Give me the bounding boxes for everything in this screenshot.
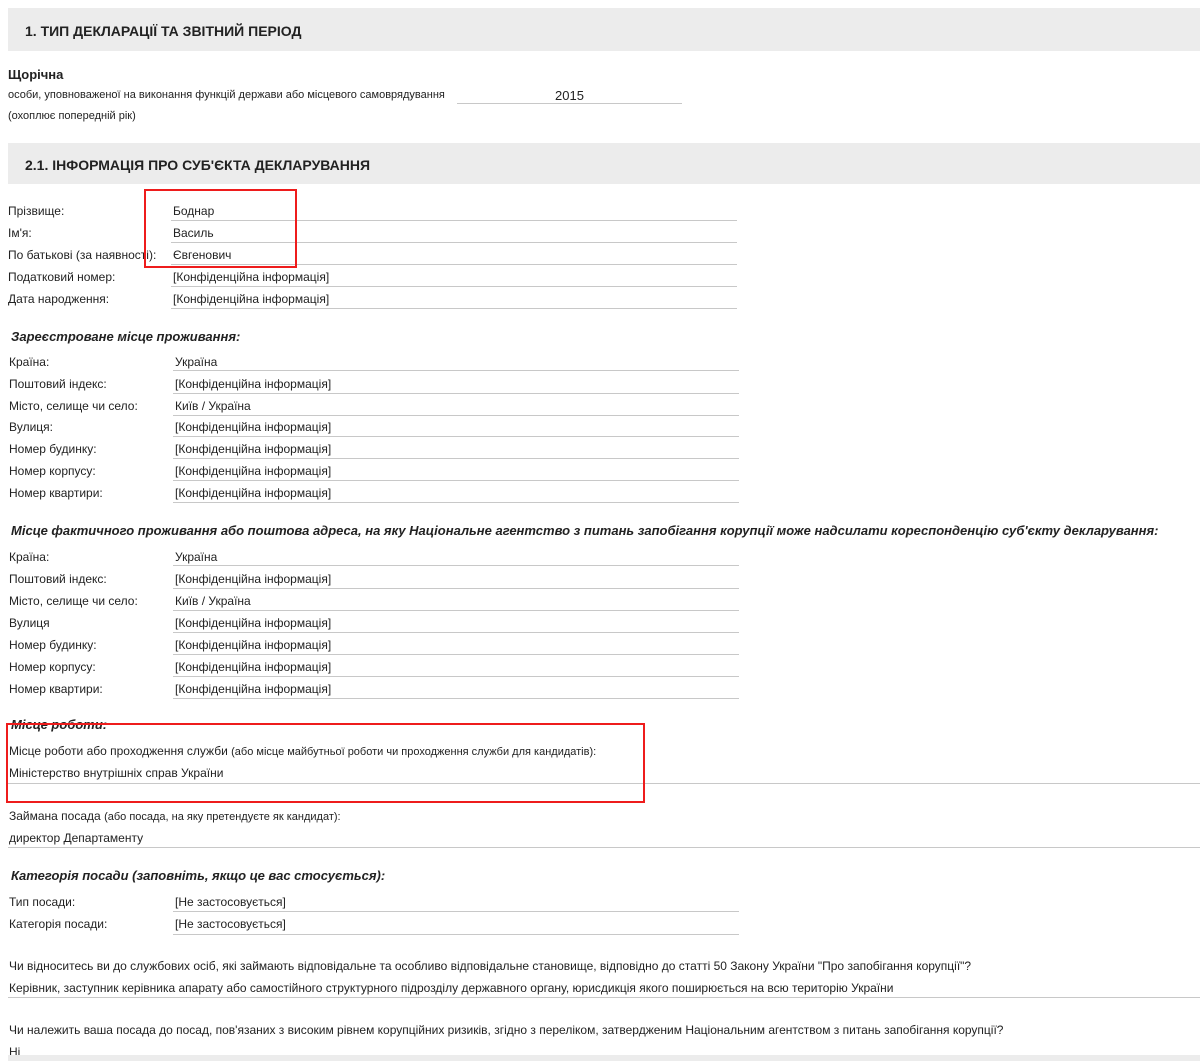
reg-postcode-value: [Конфіденційна інформація] (175, 377, 332, 391)
position-label-sub: (або посада, на яку претендуєте як канди… (104, 811, 341, 823)
reg-house-label: Номер будинку: (9, 442, 97, 456)
reg-apartment-value: [Конфіденційна інформація] (175, 486, 332, 500)
section-1-title: 1. ТИП ДЕКЛАРАЦІЇ ТА ЗВІТНИЙ ПЕРІОД (25, 23, 302, 39)
reg-city-value: Київ / Україна (175, 399, 251, 413)
reg-apartment-underline (173, 502, 739, 503)
act-postcode-label: Поштовий індекс: (9, 572, 107, 586)
year-underline (457, 103, 682, 104)
position-category-label: Категорія посади: (9, 917, 108, 931)
actual-address-heading: Місце фактичного проживання або поштова … (11, 523, 1159, 538)
surname-label: Прізвище: (8, 204, 65, 218)
act-postcode-underline (173, 588, 739, 589)
position-value: директор Департаменту (9, 831, 144, 845)
tax-number-value: [Конфіденційна інформація] (173, 270, 330, 284)
answer-responsible-position: Керівник, заступник керівника апарату аб… (9, 981, 894, 995)
reg-country-label: Країна: (9, 355, 50, 369)
act-street-label: Вулиця (9, 616, 50, 630)
position-underline (8, 847, 1200, 848)
category-heading: Категорія посади (заповніть, якщо це вас… (11, 868, 386, 883)
reg-apartment-label: Номер квартири: (9, 486, 103, 500)
act-country-label: Країна: (9, 550, 50, 564)
question-corruption-risk: Чи належить ваша посада до посад, пов'яз… (9, 1023, 1004, 1037)
question-responsible-position: Чи відноситесь ви до службових осіб, які… (9, 959, 972, 973)
act-building-label: Номер корпусу: (9, 660, 96, 674)
reporting-year: 2015 (555, 88, 584, 103)
act-apartment-label: Номер квартири: (9, 682, 103, 696)
birth-date-underline (171, 308, 737, 309)
act-house-label: Номер будинку: (9, 638, 97, 652)
highlight-work-box (6, 723, 645, 803)
reg-street-value: [Конфіденційна інформація] (175, 420, 332, 434)
patronymic-label: По батькові (за наявності): (8, 248, 157, 262)
tax-number-label: Податковий номер: (8, 270, 116, 284)
reg-apartment-underline-top (173, 480, 739, 481)
tax-number-underline (171, 286, 737, 287)
reg-house-underline (173, 436, 739, 437)
birth-date-value: [Конфіденційна інформація] (173, 292, 330, 306)
reg-house-value: [Конфіденційна інформація] (175, 442, 332, 456)
reg-building-value: [Конфіденційна інформація] (175, 464, 332, 478)
act-street-underline (173, 632, 739, 633)
act-street-value: [Конфіденційна інформація] (175, 616, 332, 630)
act-house-value: [Конфіденційна інформація] (175, 638, 332, 652)
reg-postcode-underline (173, 370, 739, 371)
period-note: (охоплює попередній рік) (8, 110, 136, 122)
reg-building-underline (173, 458, 739, 459)
act-postcode-value: [Конфіденційна інформація] (175, 572, 332, 586)
position-label: Займана посада (або посада, на яку прете… (9, 809, 341, 823)
declaration-type: Щорічна (8, 67, 64, 82)
position-type-value: [Не застосовується] (175, 895, 286, 909)
name-label: Ім'я: (8, 226, 32, 240)
bottom-bar (8, 1055, 1200, 1061)
act-building-value: [Конфіденційна інформація] (175, 660, 332, 674)
act-house-underline (173, 654, 739, 655)
act-city-label: Місто, селище чи село: (9, 594, 138, 608)
reg-postcode-label: Поштовий індекс: (9, 377, 107, 391)
section-2-title: 2.1. ІНФОРМАЦІЯ ПРО СУБ'ЄКТА ДЕКЛАРУВАНН… (25, 157, 371, 173)
reg-country-value: Україна (175, 355, 218, 369)
declaration-desc: особи, уповноваженої на виконання функці… (8, 89, 445, 101)
reg-street-label: Вулиця: (9, 420, 54, 434)
reg-street-underline (173, 415, 739, 416)
position-category-value: [Не застосовується] (175, 917, 286, 931)
act-city-underline (173, 610, 739, 611)
birth-date-label: Дата народження: (8, 292, 110, 306)
answer-1-underline (8, 997, 1200, 998)
reg-city-underline (173, 393, 739, 394)
position-category-underline (173, 934, 739, 935)
act-building-underline (173, 676, 739, 677)
act-apartment-underline (173, 698, 739, 699)
position-type-label: Тип посади: (9, 895, 76, 909)
registered-address-heading: Зареєстроване місце проживання: (11, 329, 241, 344)
act-city-value: Київ / Україна (175, 594, 251, 608)
reg-building-label: Номер корпусу: (9, 464, 96, 478)
act-apartment-value: [Конфіденційна інформація] (175, 682, 332, 696)
act-country-value: Україна (175, 550, 218, 564)
position-label-main: Займана посада (9, 809, 101, 823)
position-type-underline (173, 911, 739, 912)
act-country-underline (173, 565, 739, 566)
highlight-name-box (144, 189, 297, 268)
reg-city-label: Місто, селище чи село: (9, 399, 138, 413)
